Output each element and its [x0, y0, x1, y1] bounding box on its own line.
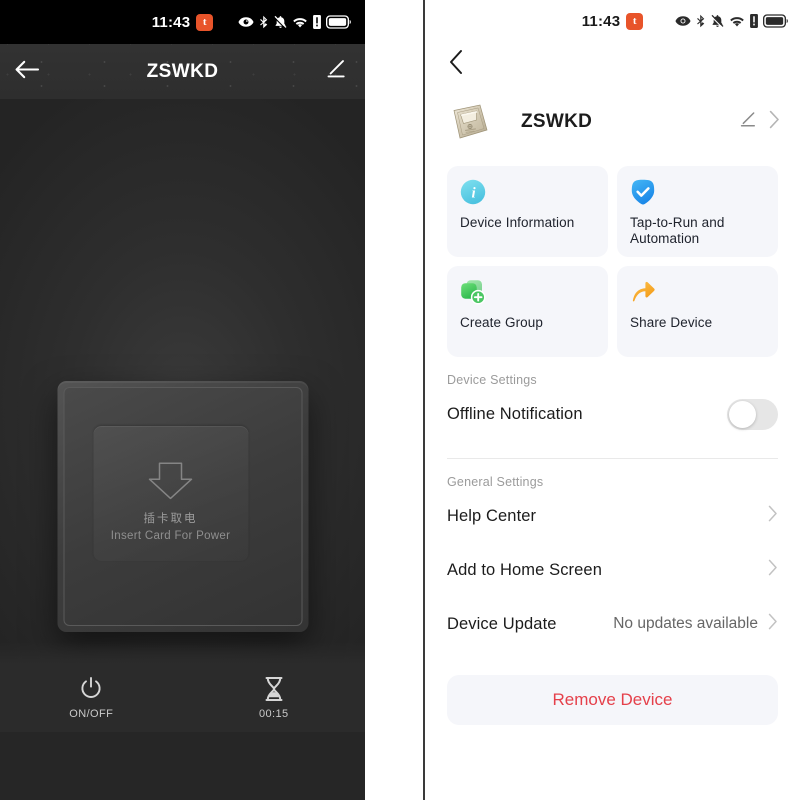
status-time: 11:43: [151, 13, 191, 31]
sim-alert-icon: [313, 15, 321, 29]
card-slot-label-en: Insert Card For Power: [110, 530, 231, 542]
chevron-left-icon: [450, 50, 462, 74]
tile-device-information[interactable]: i Device Information: [447, 166, 608, 257]
row-label: Device Update: [447, 614, 557, 633]
device-name: ZSWKD: [521, 111, 593, 132]
tile-create-group[interactable]: Create Group: [447, 266, 608, 357]
screenshot-root: 11:43 t ZSWKD 插卡取电 Insert Card For Power…: [0, 0, 800, 800]
onoff-label: ON/OFF: [69, 708, 114, 720]
right-settings-panel: 11:43 t ZSWKD i Device Information Tap-t…: [423, 0, 800, 800]
card-switch-thumbnail-image: [453, 104, 488, 139]
power-icon: [81, 677, 101, 698]
status-time-group: 11:43 t: [151, 13, 214, 31]
offline-notification-toggle[interactable]: [727, 398, 778, 430]
device-preview-area: 插卡取电 Insert Card For Power ON/OFF 00:15: [0, 99, 365, 732]
card-slot-label-cn: 插卡取电: [143, 511, 198, 525]
left-app-bar: ZSWKD: [0, 44, 365, 99]
left-status-bar: 11:43 t: [0, 0, 365, 44]
device-header-actions: [737, 110, 780, 135]
toggle-knob: [729, 400, 756, 428]
chevron-right-icon: [768, 559, 778, 581]
card-slot: 插卡取电 Insert Card For Power: [93, 426, 248, 561]
back-button[interactable]: [14, 59, 40, 84]
row-label: Add to Home Screen: [447, 560, 602, 579]
page-title: ZSWKD: [146, 60, 219, 82]
card-switch-thumbnail: [447, 100, 491, 144]
status-time-group-right: 11:43 t: [581, 12, 644, 30]
status-icons-group: [238, 15, 351, 29]
left-bottom-bar: ON/OFF 00:15: [0, 642, 366, 732]
device-header-row[interactable]: ZSWKD: [425, 86, 800, 152]
tile-label: Tap-to-Run and Automation: [630, 215, 725, 247]
bluetooth-icon: [260, 15, 268, 29]
timer-label: 00:15: [258, 708, 289, 720]
row-label: Help Center: [447, 506, 537, 525]
app-badge-icon: t: [196, 13, 214, 31]
remove-device-button[interactable]: Remove Device: [447, 675, 778, 725]
right-nav-row: [425, 42, 800, 86]
hourglass-icon: [265, 677, 283, 701]
remove-device-wrap: Remove Device: [425, 651, 800, 725]
info-circle-icon: i: [460, 179, 486, 205]
quick-actions-grid: i Device Information Tap-to-Run and Auto…: [425, 152, 800, 357]
back-button-right[interactable]: [447, 48, 467, 81]
edit-device-button[interactable]: [323, 57, 347, 86]
tile-tap-to-run-automation[interactable]: Tap-to-Run and Automation: [617, 166, 778, 257]
card-switch-face: 插卡取电 Insert Card For Power: [63, 387, 302, 626]
status-time-right: 11:43: [581, 12, 621, 30]
bluetooth-icon: [697, 14, 705, 28]
onoff-button[interactable]: ON/OFF: [0, 676, 183, 720]
row-device-update[interactable]: Device Update No updates available: [425, 597, 800, 651]
eye-icon: [675, 16, 691, 26]
wifi-icon: [293, 17, 307, 28]
bell-muted-icon: [274, 15, 287, 29]
create-group-icon: [461, 280, 486, 305]
sim-alert-icon: [750, 14, 758, 28]
panel-gap: [365, 0, 423, 800]
tile-label: Share Device: [630, 315, 713, 330]
app-badge-icon-right: t: [626, 12, 644, 30]
timer-button[interactable]: 00:15: [183, 676, 366, 720]
share-arrow-icon: [632, 281, 655, 302]
row-offline-notification[interactable]: Offline Notification: [425, 387, 800, 441]
bell-muted-icon: [711, 14, 724, 28]
arrow-left-icon: [15, 60, 40, 78]
device-settings-header: Device Settings: [447, 373, 537, 387]
battery-icon: [326, 15, 351, 29]
chevron-right-icon: [769, 110, 779, 129]
battery-icon: [763, 14, 788, 28]
left-device-panel: 11:43 t ZSWKD 插卡取电 Insert Card For Power…: [0, 0, 365, 800]
edit-device-button-right[interactable]: [737, 110, 757, 135]
device-update-status: No updates available: [613, 615, 758, 632]
eye-icon: [238, 17, 254, 27]
chevron-right-icon: [768, 505, 778, 527]
row-add-to-home-screen[interactable]: Add to Home Screen: [425, 543, 800, 597]
status-icons-group-right: [675, 14, 788, 28]
tile-label: Device Information: [460, 215, 575, 230]
general-settings-header: General Settings: [447, 475, 544, 489]
row-help-center[interactable]: Help Center: [425, 489, 800, 543]
tile-label: Create Group: [460, 315, 543, 330]
check-shield-icon: [631, 179, 655, 205]
tile-share-device[interactable]: Share Device: [617, 266, 778, 357]
chevron-right-icon: [768, 613, 778, 635]
pencil-icon: [740, 111, 755, 126]
wifi-icon: [730, 16, 744, 27]
pencil-icon: [327, 59, 345, 77]
card-switch-graphic: 插卡取电 Insert Card For Power: [57, 381, 308, 632]
arrow-down-outline-icon: [148, 462, 193, 500]
row-label: Offline Notification: [447, 404, 583, 423]
device-detail-chevron[interactable]: [769, 110, 780, 134]
right-status-bar: 11:43 t: [425, 0, 800, 42]
